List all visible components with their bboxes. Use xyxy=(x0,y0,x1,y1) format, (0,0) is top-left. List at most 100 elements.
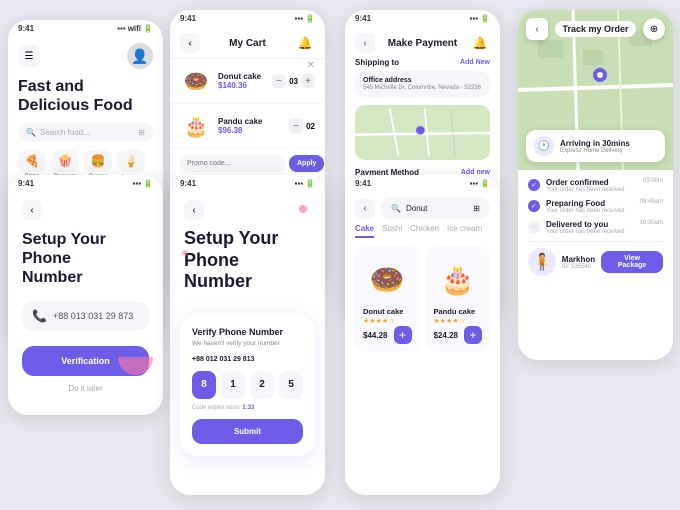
pandu-minus-btn[interactable]: − xyxy=(289,119,303,133)
promo-input[interactable] xyxy=(180,155,285,172)
status-icons-5: ▪▪▪ 🔋 xyxy=(133,179,153,188)
search-pandu-bottom: $24.28 + xyxy=(434,326,483,344)
add-pandu-search-btn[interactable]: + xyxy=(464,326,482,344)
bell-icon[interactable]: 🔔 xyxy=(295,33,315,53)
apply-button[interactable]: Apply xyxy=(289,155,324,172)
arrival-info: Arriving in 30mins Express Home Delivery xyxy=(560,139,630,154)
step-desc-2: Your order has been received xyxy=(546,208,634,214)
step-time-2: 09:45am xyxy=(640,199,663,205)
status-icons-2: ▪▪▪ 🔋 xyxy=(295,14,315,23)
payment-header: ‹ Make Payment 🔔 xyxy=(345,25,500,58)
step-delivered: ○ Delivered to you Your order has been r… xyxy=(528,220,663,235)
view-package-button[interactable]: View Package xyxy=(601,251,663,273)
battery-icon-2: 🔋 xyxy=(305,14,315,23)
wifi-icon: wifi xyxy=(128,24,141,33)
search-donut-img: 🍩 xyxy=(363,254,412,304)
cart-donut-img: 🍩 xyxy=(180,65,212,97)
rider-name: Markhon xyxy=(562,255,595,264)
tab-cake[interactable]: Cake xyxy=(355,224,374,238)
status-icons-7: ▪▪▪ 🔋 xyxy=(470,179,490,188)
grid-icon[interactable]: ⊞ xyxy=(138,128,145,137)
map-area xyxy=(355,105,490,160)
address-text: 545 Michelle Dr, Columnbe, Nevada - 5223… xyxy=(363,85,482,91)
status-bar-1: 9:41 ▪▪▪ wifi 🔋 xyxy=(8,20,163,35)
donut-qty-ctrl[interactable]: − 03 + xyxy=(272,74,315,88)
donut-plus-btn[interactable]: + xyxy=(301,74,315,88)
search-placeholder: Search food... xyxy=(40,128,90,137)
status-bar-2: 9:41 ▪▪▪ 🔋 xyxy=(170,10,325,25)
battery-icon-6: 🔋 xyxy=(305,179,315,188)
search-pandu-img: 🎂 xyxy=(434,254,483,304)
status-icons-1: ▪▪▪ wifi 🔋 xyxy=(117,24,153,33)
back-btn-5[interactable]: ‹ xyxy=(22,200,42,220)
verify-sub: We haven't verify your number xyxy=(192,339,303,348)
step-info-3: Delivered to you Your order has been rec… xyxy=(546,220,634,235)
skip-link[interactable]: Do it later xyxy=(22,384,149,393)
back-btn-6[interactable]: ‹ xyxy=(184,200,204,220)
tab-chicken[interactable]: Chicken xyxy=(410,224,439,238)
setup-title-otp: Setup YourPhoneNumber xyxy=(184,228,311,293)
locate-icon[interactable]: ⊕ xyxy=(643,18,665,40)
track-title: Track my Order xyxy=(555,21,635,37)
track-header: ‹ Track my Order ⊕ xyxy=(518,18,673,40)
signal-icon-6: ▪▪▪ xyxy=(295,179,304,188)
time-3: 9:41 xyxy=(355,14,371,23)
otp-box-4[interactable]: 5 xyxy=(279,371,303,399)
remove-donut-btn[interactable]: ✕ xyxy=(307,60,315,71)
pink-dot-1 xyxy=(299,205,307,213)
add-new-shipping-btn[interactable]: Add New xyxy=(460,59,490,66)
status-bar-3: 9:41 ▪▪▪ 🔋 xyxy=(345,10,500,25)
menu-icon[interactable]: ☰ xyxy=(18,45,40,67)
otp-row[interactable]: 8 1 2 5 xyxy=(192,371,303,399)
step-name-1: Order confirmed xyxy=(546,178,637,187)
search-back-btn[interactable]: ‹ xyxy=(355,199,375,219)
cart-pandu-name: Pandu cake xyxy=(218,117,283,126)
screen-setup-phone-small: 9:41 ▪▪▪ 🔋 ‹ Setup YourPhoneNumber 📞 +88… xyxy=(8,175,163,415)
search-pandu-stars: ★★★★☆ xyxy=(434,317,483,325)
arrival-card: 🕐 Arriving in 30mins Express Home Delive… xyxy=(526,130,665,162)
battery-icon: 🔋 xyxy=(143,24,153,33)
search-pandu-name: Pandu cake xyxy=(434,307,483,316)
filter-icon[interactable]: ⊞ xyxy=(473,204,480,213)
address-name: Office address xyxy=(363,77,482,84)
otp-box-1[interactable]: 8 xyxy=(192,371,216,399)
search-results-grid: 🍩 Donut cake ★★★★☆ $44.28 + 🎂 Pandu cake… xyxy=(345,246,500,352)
track-steps: ✓ Order confirmed Your order has been re… xyxy=(518,170,673,284)
tab-sushi[interactable]: Sushi xyxy=(382,224,402,238)
rider-id: ID: 535540 xyxy=(562,264,595,270)
search-donut-stars: ★★★★☆ xyxy=(363,317,412,325)
expire-text: Code expire soon: 1:33 xyxy=(192,405,303,411)
battery-icon-5: 🔋 xyxy=(143,179,153,188)
cart-back-btn[interactable]: ‹ xyxy=(180,33,200,53)
tab-icecream[interactable]: Ice cream xyxy=(447,224,482,238)
otp-box-3[interactable]: 2 xyxy=(250,371,274,399)
submit-otp-button[interactable]: Submit xyxy=(192,419,303,444)
track-back-btn[interactable]: ‹ xyxy=(526,18,548,40)
add-donut-search-btn[interactable]: + xyxy=(394,326,412,344)
pandu-qty-ctrl[interactable]: − 02 xyxy=(289,119,315,133)
search-icon-7: 🔍 xyxy=(391,204,401,213)
back-row-5: ‹ xyxy=(22,200,149,220)
search-pandu-price: $24.28 xyxy=(434,331,458,340)
cart-donut-price: $140.36 xyxy=(218,81,266,90)
status-bar-5: 9:41 ▪▪▪ 🔋 xyxy=(8,175,163,190)
time-7: 9:41 xyxy=(355,179,371,188)
map-svg xyxy=(355,105,490,160)
search-result-pandu[interactable]: 🎂 Pandu cake ★★★★☆ $24.28 + xyxy=(426,246,491,352)
bell-icon-3[interactable]: 🔔 xyxy=(470,33,490,53)
cart-pandu-info: Pandu cake $96.38 xyxy=(218,117,283,135)
search-bar[interactable]: 🔍 Search food... ⊞ xyxy=(18,123,153,142)
search-result-donut[interactable]: 🍩 Donut cake ★★★★☆ $44.28 + xyxy=(355,246,420,352)
search-donut-price: $44.28 xyxy=(363,331,387,340)
burger-icon: 🍔 xyxy=(84,150,112,172)
payment-back-btn[interactable]: ‹ xyxy=(355,33,375,53)
step-dot-2: ✓ xyxy=(528,200,540,212)
otp-box-2[interactable]: 1 xyxy=(221,371,245,399)
cart-pandu-img: 🎂 xyxy=(180,110,212,142)
search-full[interactable]: 🔍 Donut ⊞ xyxy=(381,198,490,219)
avatar[interactable]: 👤 xyxy=(127,43,153,69)
status-bar-6: 9:41 ▪▪▪ 🔋 xyxy=(170,175,325,190)
verify-phone: +88 012 031 29 813 xyxy=(192,356,303,363)
phone-input-row[interactable]: 📞 +88 013 031 29 873 xyxy=(22,302,149,330)
donut-minus-btn[interactable]: − xyxy=(272,74,286,88)
